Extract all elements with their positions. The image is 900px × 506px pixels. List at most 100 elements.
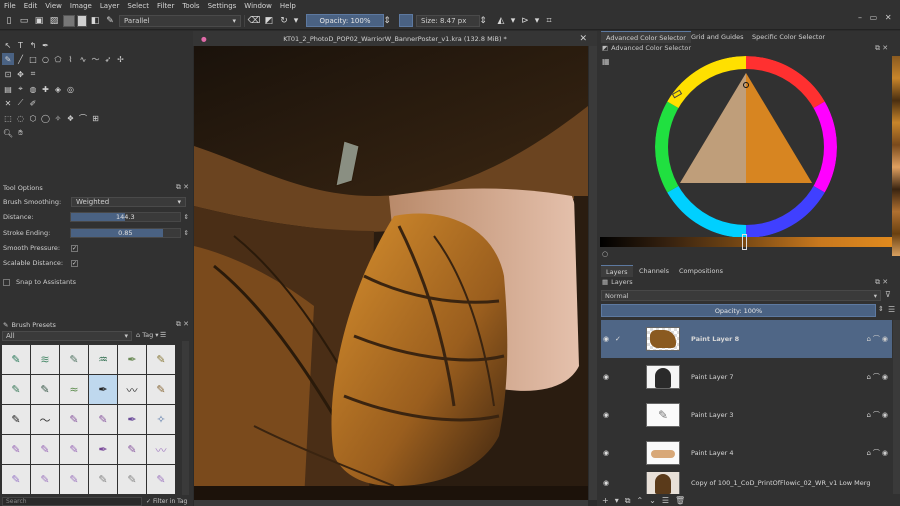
visibility-eye-icon[interactable]: ◉ xyxy=(603,373,609,381)
opacity-spin-icon[interactable]: ⇕ xyxy=(383,15,391,27)
filter-icon[interactable]: ⊽ xyxy=(885,290,891,299)
snap-assistants-checkbox[interactable] xyxy=(3,278,10,286)
visibility-eye-icon[interactable]: ◉ xyxy=(603,449,609,457)
fill-tool-icon[interactable]: ◈ xyxy=(52,83,64,95)
brush-preset-tile[interactable]: 〜 xyxy=(31,405,59,434)
brush-preset-dropdown[interactable]: Parallel ▾ xyxy=(119,14,241,27)
layer-opacity-slider[interactable]: Opacity: 100% xyxy=(601,304,876,317)
canvas-vertical-scrollbar[interactable] xyxy=(589,46,597,500)
menu-edit[interactable]: Edit xyxy=(24,2,38,10)
brush-preset-tile[interactable]: ✎ xyxy=(147,345,175,374)
brush-preset-tile[interactable]: ✒ xyxy=(118,345,146,374)
tab-layers[interactable]: Layers xyxy=(601,265,633,277)
visibility-eye-icon[interactable]: ◉ xyxy=(603,479,609,487)
brush-preset-tile[interactable]: ✎ xyxy=(147,465,175,494)
colorize-mask-icon[interactable]: ◍ xyxy=(27,83,39,95)
smart-patch-icon[interactable]: ✚ xyxy=(40,83,52,95)
tag-button[interactable]: ⌂ Tag ▾ xyxy=(136,331,159,339)
menu-tools[interactable]: Tools xyxy=(182,2,199,10)
gradient-tool-icon[interactable]: ▤ xyxy=(2,83,14,95)
brush-preset-tile[interactable]: ✎ xyxy=(118,465,146,494)
fg-bg-color-icon[interactable]: ◧ xyxy=(89,15,101,27)
new-document-icon[interactable]: ▯ xyxy=(3,15,15,27)
tab-channels[interactable]: Channels xyxy=(634,265,674,277)
float-close-icon[interactable]: ⧉ ✕ xyxy=(176,320,189,329)
brush-preset-tile[interactable]: ♒ xyxy=(89,345,117,374)
refresh-icon[interactable]: ○ xyxy=(602,250,608,258)
rect-select-icon[interactable]: ⬚ xyxy=(2,112,14,124)
flow-swatch[interactable] xyxy=(399,14,413,27)
brush-preset-tile[interactable]: ✎ xyxy=(2,345,30,374)
chevron-down-icon[interactable]: ▾ xyxy=(534,15,540,27)
blend-mode-dropdown[interactable]: Normal ▾ xyxy=(601,290,881,301)
smooth-pressure-checkbox[interactable]: ✓ xyxy=(71,244,78,252)
size-spin-icon[interactable]: ⇕ xyxy=(479,15,487,27)
delete-layer-icon[interactable]: 🗑︎ xyxy=(675,496,685,505)
float-close-icon[interactable]: ⧉ ✕ xyxy=(875,278,888,287)
minimize-icon[interactable]: – xyxy=(858,13,862,22)
brush-preset-tile[interactable]: ≈ xyxy=(60,375,88,404)
color-palette-strip[interactable] xyxy=(892,56,900,256)
layer-state-icons[interactable]: ⌂⌒◉ xyxy=(866,372,890,382)
visibility-eye-icon[interactable]: ◉ xyxy=(603,411,609,419)
menu-view[interactable]: View xyxy=(45,2,62,10)
mirror-vertical-icon[interactable]: ⊳ xyxy=(519,15,531,27)
menu-image[interactable]: Image xyxy=(70,2,92,10)
preset-filter-dropdown[interactable]: All ▾ xyxy=(2,331,132,341)
chevron-down-icon[interactable]: ▾ xyxy=(293,15,299,27)
brush-preset-tile[interactable]: 〰 xyxy=(118,375,146,404)
bezier-tool-icon[interactable]: ∿ xyxy=(77,53,89,65)
maximize-icon[interactable]: ▭ xyxy=(870,13,878,22)
brush-preset-tile[interactable]: ✎ xyxy=(2,375,30,404)
assistant-tool-icon[interactable]: ✕ xyxy=(2,97,14,109)
rectangle-tool-icon[interactable]: □ xyxy=(27,53,39,65)
visibility-eye-icon[interactable]: ◉ xyxy=(603,335,609,343)
move-layer-up-icon[interactable]: ⌃ xyxy=(636,496,643,505)
spin-icon[interactable]: ⇕ xyxy=(184,213,189,221)
brush-preset-tile[interactable]: ✎ xyxy=(2,405,30,434)
menu-settings[interactable]: Settings xyxy=(208,2,237,10)
ellipse-tool-icon[interactable]: ○ xyxy=(40,53,52,65)
tab-specific-color-selector[interactable]: Specific Color Selector xyxy=(747,31,830,43)
view-options-icon[interactable]: ☰ xyxy=(160,331,166,339)
similar-select-icon[interactable]: ❖ xyxy=(65,112,77,124)
zoom-tool-icon[interactable]: 🔍︎ xyxy=(2,127,14,139)
brush-preset-tile[interactable]: ✧ xyxy=(147,405,175,434)
dynamic-brush-icon[interactable]: ➶ xyxy=(102,53,114,65)
contiguous-select-icon[interactable]: ✧ xyxy=(52,112,64,124)
freehand-brush-icon[interactable]: ✎ xyxy=(2,53,14,65)
brush-smoothing-dropdown[interactable]: Weighted ▾ xyxy=(71,197,186,207)
opacity-slider[interactable]: Opacity: 100% xyxy=(306,14,384,27)
edit-shapes-icon[interactable]: ↰ xyxy=(27,39,39,51)
scalable-distance-checkbox[interactable]: ✓ xyxy=(71,259,78,267)
polygon-tool-icon[interactable]: ⬠ xyxy=(52,53,64,65)
layer-state-icons[interactable]: ⌂⌒◉ xyxy=(866,410,890,420)
magnetic-select-icon[interactable]: ⊞ xyxy=(90,112,102,124)
duplicate-layer-icon[interactable]: ⧉ xyxy=(625,496,631,506)
save-icon[interactable]: ▣ xyxy=(33,15,45,27)
preset-search-input[interactable]: Search xyxy=(2,497,142,506)
brush-preset-tile[interactable]: ✎ xyxy=(31,375,59,404)
brush-preset-tile[interactable]: ✒ xyxy=(118,405,146,434)
layer-state-icons[interactable]: ⌂⌒◉ xyxy=(866,334,890,344)
reference-images-icon[interactable]: ✐ xyxy=(27,97,39,109)
layer-row[interactable]: ◉ ✎ Paint Layer 3 ⌂⌒◉ xyxy=(601,396,892,434)
layer-row[interactable]: ◉ ✓ Paint Layer 8 ⌂⌒◉ xyxy=(601,320,892,358)
crop-tool-icon[interactable]: ⌗ xyxy=(27,68,39,80)
brush-preset-tile[interactable]: ✎ xyxy=(147,375,175,404)
brush-preset-tile[interactable]: ✎ xyxy=(60,345,88,374)
open-document-icon[interactable]: ▭ xyxy=(18,15,30,27)
tab-advanced-color-selector[interactable]: Advanced Color Selector xyxy=(601,31,691,43)
brush-preset-tile[interactable]: ✒ xyxy=(89,375,117,404)
distance-slider[interactable]: 144.3 xyxy=(70,212,181,222)
painting-canvas[interactable] xyxy=(194,46,588,500)
text-tool-icon[interactable]: T xyxy=(15,39,27,51)
select-shapes-icon[interactable]: ↖ xyxy=(2,39,14,51)
menu-select[interactable]: Select xyxy=(127,2,149,10)
brush-preset-tile[interactable]: ✎ xyxy=(118,435,146,464)
color-settings-icon[interactable]: ▦ xyxy=(602,57,610,66)
brush-preset-tile[interactable]: ✎ xyxy=(89,405,117,434)
spin-icon[interactable]: ⇕ xyxy=(184,229,189,237)
brush-preset-tile[interactable]: ✎ xyxy=(2,465,30,494)
menu-help[interactable]: Help xyxy=(280,2,296,10)
